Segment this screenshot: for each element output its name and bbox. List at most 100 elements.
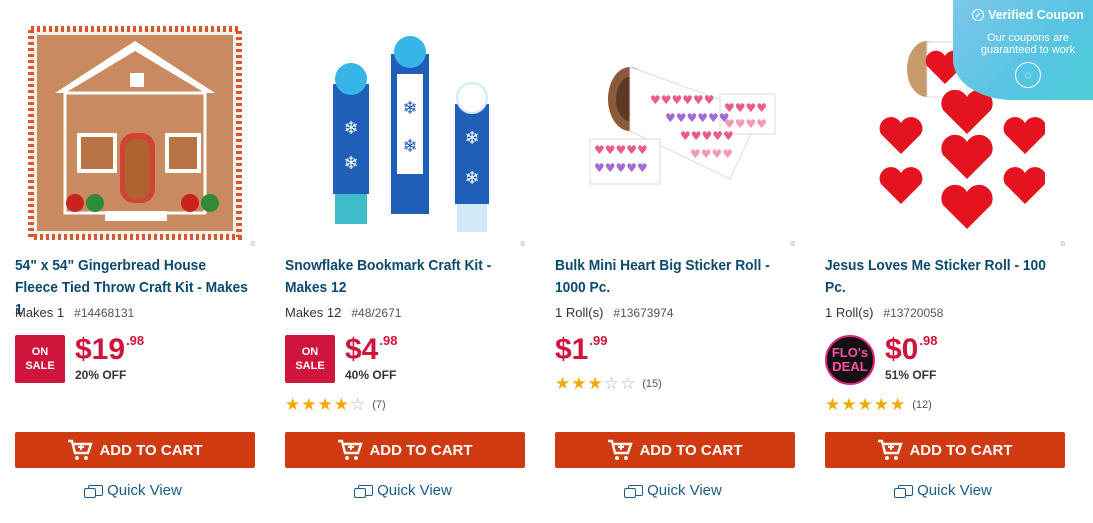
svg-text:❄: ❄: [402, 98, 417, 119]
quick-view-link[interactable]: Quick View: [285, 482, 525, 499]
review-count[interactable]: (15): [642, 378, 662, 390]
product-sku: #14468131: [74, 306, 135, 320]
cart-icon: [608, 439, 634, 460]
quick-view-link[interactable]: Quick View: [825, 482, 1065, 499]
star-icon: ★: [555, 374, 571, 393]
chat-icon[interactable]: ◌: [1015, 62, 1041, 88]
product-image[interactable]: ♥♥♥♥♥♥ ♥♥♥♥♥♥ ♥♥♥♥♥ ♥♥♥♥ ♥♥♥♥♥ ♥♥♥♥♥ ♥♥♥…: [555, 20, 795, 248]
star-icon: ★: [857, 395, 873, 414]
percent-off: 20% OFF: [75, 368, 127, 382]
heart-sticker-roll-image: ♥♥♥♥♥♥ ♥♥♥♥♥♥ ♥♥♥♥♥ ♥♥♥♥ ♥♥♥♥♥ ♥♥♥♥♥ ♥♥♥…: [589, 66, 776, 185]
svg-text:♥♥♥♥♥♥: ♥♥♥♥♥♥: [650, 93, 715, 107]
product-quantity: 1 Roll(s): [825, 305, 874, 320]
product-meta: 1 Roll(s) #13673974: [555, 305, 673, 320]
verified-coupon-banner[interactable]: ✓ Verified Coupon Our coupons are guaran…: [953, 0, 1093, 100]
star-rating[interactable]: ★ ★ ★ ☆ ☆ (15): [555, 375, 662, 392]
on-sale-badge: ON SALE: [285, 335, 335, 383]
percent-off: 40% OFF: [345, 368, 397, 382]
product-title[interactable]: Jesus Loves Me Sticker Roll - 100 Pc.: [825, 255, 1062, 299]
badge-line1: ON: [301, 346, 319, 358]
quick-view-link[interactable]: Quick View: [555, 482, 795, 499]
star-icon: ☆: [350, 395, 366, 414]
product-quantity: Makes 1: [15, 305, 65, 320]
cart-icon: [68, 439, 94, 460]
check-icon: ✓: [972, 9, 985, 21]
badge-line2: SALE: [25, 360, 55, 372]
product-image[interactable]: ❄ ❄ ❄ ❄ ❄ ❄: [285, 20, 525, 248]
price-dollars: $4: [345, 333, 379, 366]
product-title[interactable]: Bulk Mini Heart Big Sticker Roll - 1000 …: [555, 255, 792, 299]
copyright-mark: ©: [250, 242, 255, 248]
badge-line2: DEAL: [832, 359, 868, 374]
quick-view-icon: [354, 485, 374, 498]
product-grid: © 54" x 54" Gingerbread House Fleece Tie…: [0, 0, 1093, 523]
add-to-cart-button[interactable]: ADD TO CART: [825, 432, 1065, 468]
product-card: © 54" x 54" Gingerbread House Fleece Tie…: [15, 0, 255, 523]
product-image[interactable]: [15, 20, 255, 248]
product-card: ❄ ❄ ❄ ❄ ❄ ❄ © Snowflake Bookmark Craft K…: [285, 0, 525, 523]
copyright-mark: ©: [790, 242, 795, 248]
percent-off: 51% OFF: [885, 368, 937, 382]
star-icon: ★: [587, 374, 603, 393]
star-icon: ★: [571, 374, 587, 393]
star-icon: ★: [825, 395, 841, 414]
add-to-cart-button[interactable]: ADD TO CART: [555, 432, 795, 468]
price-cents: .99: [589, 333, 608, 348]
quick-view-label: Quick View: [107, 482, 182, 499]
star-rating[interactable]: ★ ★ ★ ★ ★ (12): [825, 396, 932, 413]
star-rating[interactable]: ★ ★ ★ ★ ☆ (7): [285, 396, 386, 413]
quick-view-label: Quick View: [917, 482, 992, 499]
add-to-cart-button[interactable]: ADD TO CART: [285, 432, 525, 468]
star-icon: ★: [841, 395, 857, 414]
product-card: ♥♥♥♥♥♥ ♥♥♥♥♥♥ ♥♥♥♥♥ ♥♥♥♥ ♥♥♥♥♥ ♥♥♥♥♥ ♥♥♥…: [555, 0, 795, 523]
coupon-subtitle: Our coupons are guaranteed to work: [980, 32, 1076, 56]
quick-view-icon: [84, 485, 104, 498]
product-price: $19.98: [75, 333, 144, 367]
svg-text:♥♥♥♥: ♥♥♥♥: [724, 117, 767, 131]
add-to-cart-label: ADD TO CART: [99, 441, 203, 459]
svg-text:♥♥♥♥♥♥: ♥♥♥♥♥♥: [665, 111, 730, 125]
add-to-cart-button[interactable]: ADD TO CART: [15, 432, 255, 468]
gingerbread-house-blanket-image: [28, 26, 242, 240]
product-meta: Makes 1 #14468131: [15, 305, 134, 320]
price-dollars: $1: [555, 333, 589, 366]
svg-text:❄: ❄: [402, 136, 417, 157]
star-icon: ☆: [620, 374, 636, 393]
add-to-cart-label: ADD TO CART: [369, 441, 473, 459]
product-price: $1.99: [555, 333, 607, 367]
add-to-cart-label: ADD TO CART: [909, 441, 1013, 459]
svg-text:♥♥♥♥♥: ♥♥♥♥♥: [680, 129, 734, 143]
product-sku: #13720058: [883, 306, 944, 320]
flos-deal-badge: FLO's DEAL: [825, 335, 875, 385]
badge-line1: ON: [31, 346, 49, 358]
star-icon: ★: [301, 395, 317, 414]
price-dollars: $19: [75, 333, 126, 366]
svg-text:❄: ❄: [343, 118, 358, 139]
product-quantity: Makes 12: [285, 305, 342, 320]
svg-text:❄: ❄: [464, 128, 479, 149]
star-icon: ★: [317, 395, 333, 414]
star-icon: ★: [333, 395, 349, 414]
price-dollars: $0: [885, 333, 919, 366]
badge-line2: SALE: [295, 360, 325, 372]
quick-view-icon: [624, 485, 644, 498]
svg-text:♥♥♥♥♥: ♥♥♥♥♥: [594, 143, 648, 157]
quick-view-label: Quick View: [377, 482, 452, 499]
product-price: $0.98: [885, 333, 937, 367]
review-count[interactable]: (7): [372, 399, 385, 411]
svg-text:♥♥♥♥♥: ♥♥♥♥♥: [594, 161, 648, 175]
coupon-title: Verified Coupon: [988, 8, 1084, 22]
quick-view-link[interactable]: Quick View: [15, 482, 255, 499]
product-title[interactable]: Snowflake Bookmark Craft Kit - Makes 12: [285, 255, 522, 299]
svg-text:♥♥♥♥: ♥♥♥♥: [690, 147, 733, 161]
review-count[interactable]: (12): [912, 399, 932, 411]
snowflake-bookmarks-image: ❄ ❄ ❄ ❄ ❄ ❄: [333, 36, 489, 232]
copyright-mark: ©: [1060, 242, 1065, 248]
on-sale-badge: ON SALE: [15, 335, 65, 383]
price-cents: .98: [919, 333, 938, 348]
add-to-cart-label: ADD TO CART: [639, 441, 743, 459]
copyright-mark: ©: [520, 242, 525, 248]
product-meta: Makes 12 #48/2671: [285, 305, 401, 320]
svg-text:❄: ❄: [343, 153, 358, 174]
cart-icon: [878, 439, 904, 460]
